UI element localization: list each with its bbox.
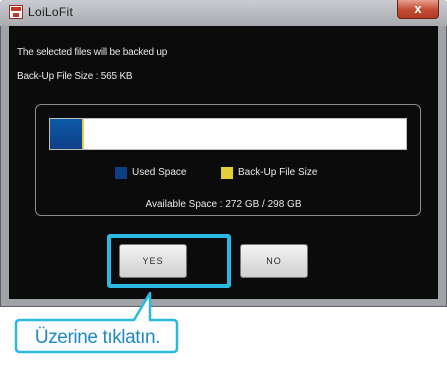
app-icon <box>9 5 23 19</box>
callout-text: Üzerine tıklatın. <box>34 327 161 348</box>
no-button[interactable]: NO <box>240 244 308 278</box>
backup-size-swatch <box>221 167 233 179</box>
available-space: Available Space : 272 GB / 298 GB <box>145 199 302 210</box>
used-space-swatch <box>115 167 127 179</box>
yes-button-highlight <box>107 234 231 288</box>
backup-file-size: Back-Up File Size : 565 KB <box>17 71 133 82</box>
storage-usage-bar <box>49 118 407 150</box>
storage-legend: Used Space Back-Up File Size <box>9 166 438 180</box>
used-space-fill <box>50 119 82 149</box>
window-title: LoiLoFit <box>28 5 74 19</box>
legend-used-label: Used Space <box>132 167 187 178</box>
backup-size-fill <box>82 119 84 149</box>
title-bar[interactable]: LoiLoFit x <box>0 0 447 26</box>
backup-message: The selected files will be backed up <box>17 47 168 58</box>
legend-backup-label: Back-Up File Size <box>238 167 318 178</box>
close-button[interactable]: x <box>397 0 439 19</box>
